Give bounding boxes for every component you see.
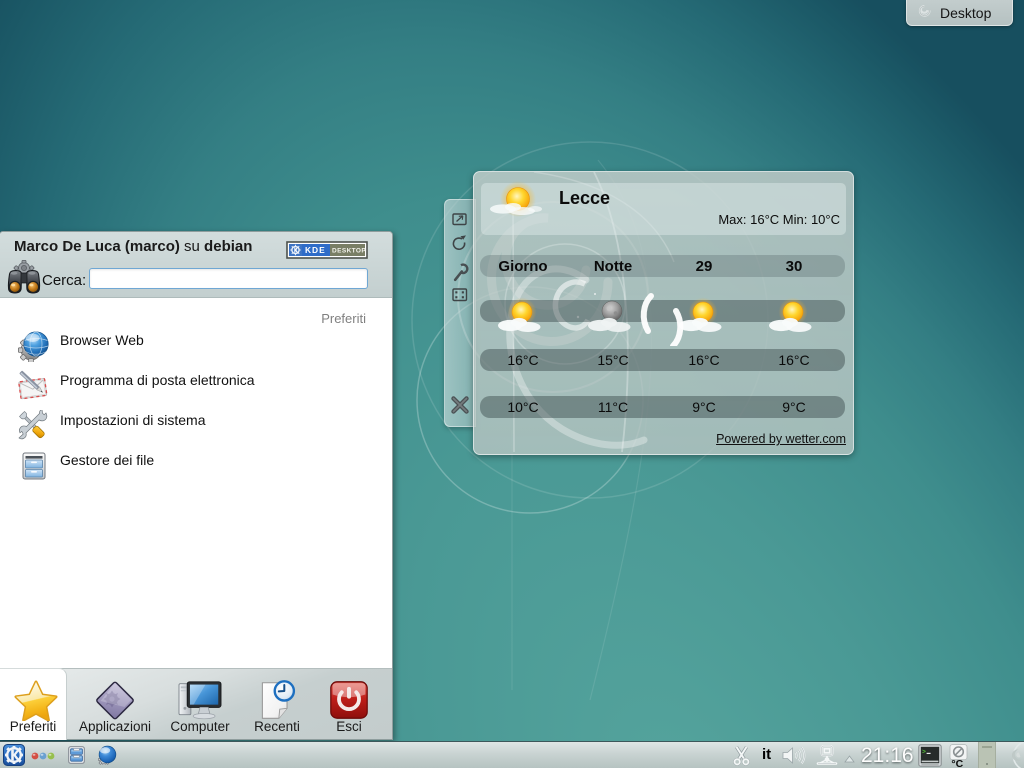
- svg-text:>: >: [922, 749, 926, 756]
- svg-text:DESKTOP: DESKTOP: [332, 248, 366, 255]
- svg-text:KDE: KDE: [305, 245, 326, 255]
- svg-text:°C: °C: [951, 758, 963, 768]
